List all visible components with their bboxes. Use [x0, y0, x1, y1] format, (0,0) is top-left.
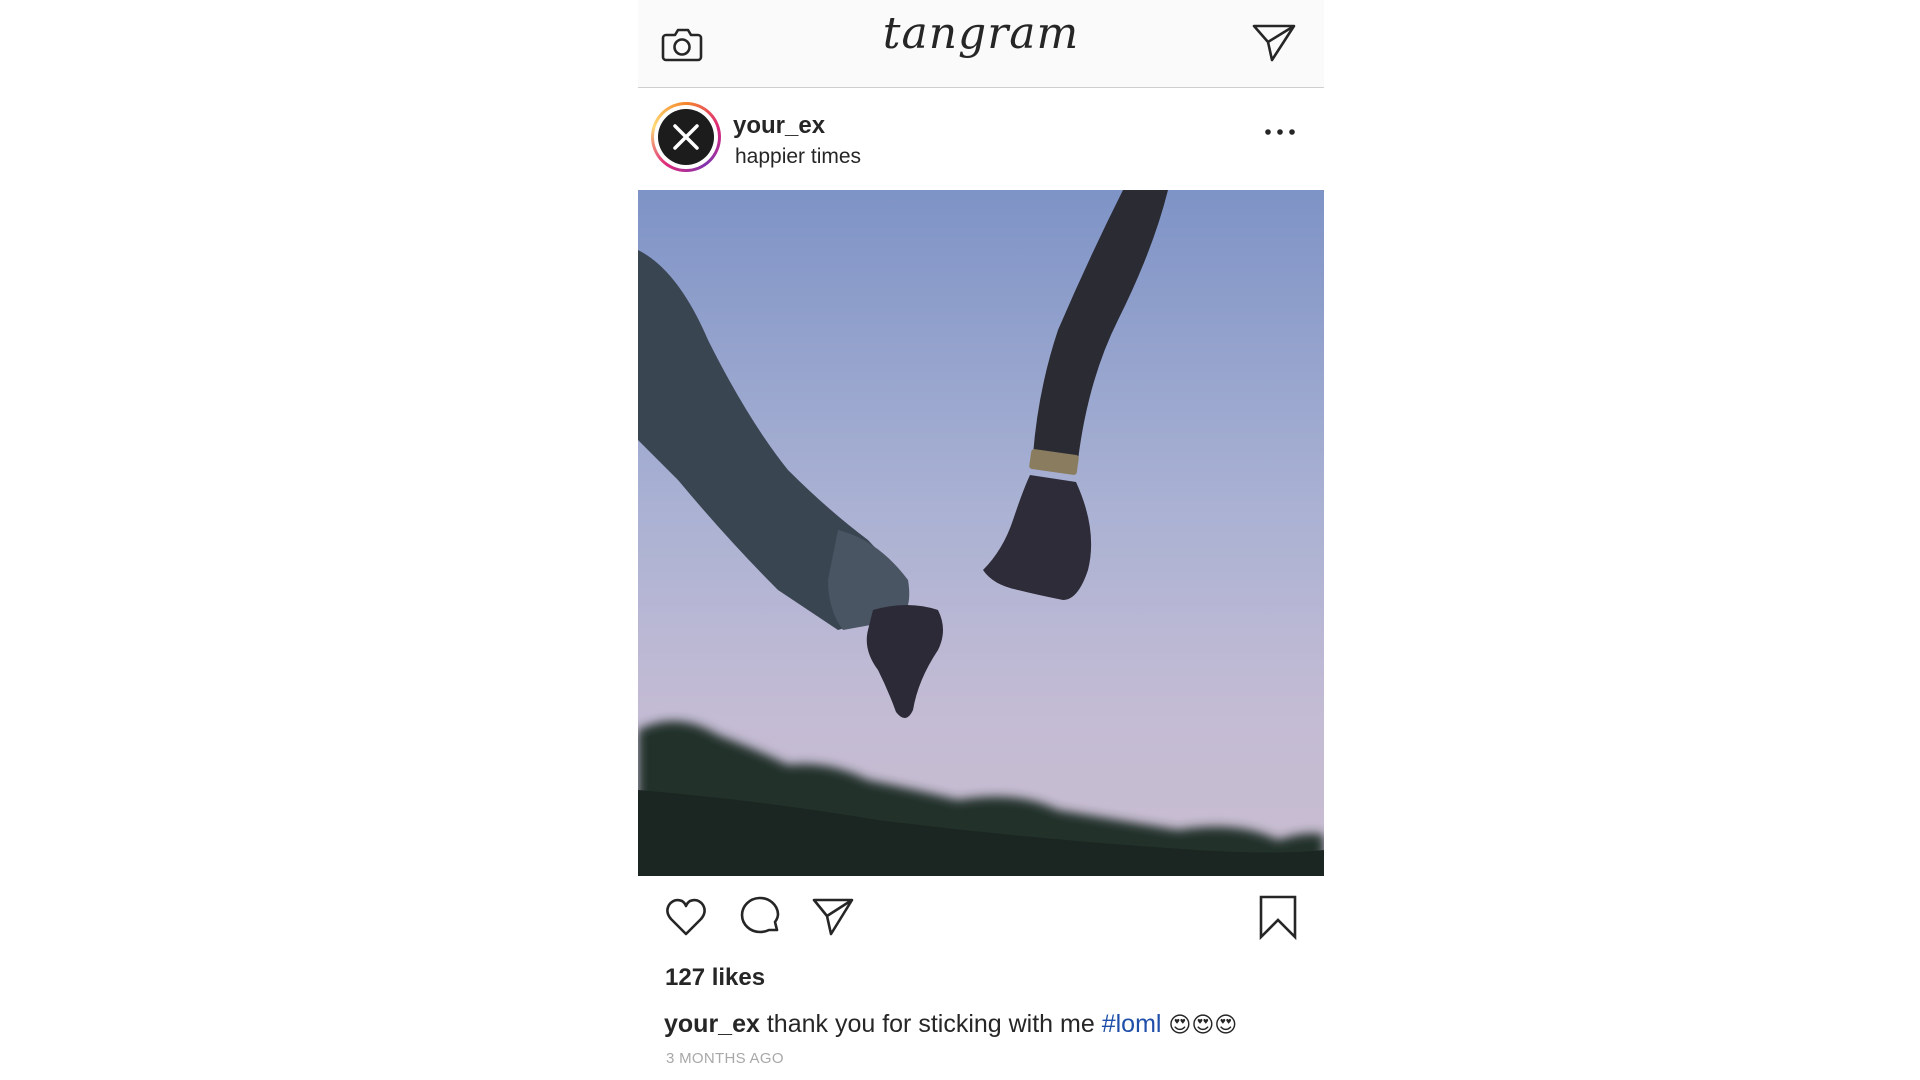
post-timestamp: 3 MONTHS AGO: [666, 1050, 784, 1067]
caption-username[interactable]: your_ex: [664, 1010, 760, 1038]
more-options-icon[interactable]: [1260, 122, 1300, 142]
app-logo: tangram: [882, 8, 1080, 59]
post-caption: your_ex thank you for sticking with me #…: [664, 1010, 1237, 1039]
likes-count[interactable]: 127 likes: [665, 964, 765, 992]
post-location[interactable]: happier times: [735, 145, 861, 169]
post-actions: [638, 876, 1324, 956]
caption-hashtag[interactable]: #loml: [1102, 1010, 1162, 1038]
post-header: your_ex happier times: [638, 88, 1324, 190]
caption-emoji: 😍😍😍: [1168, 1013, 1238, 1038]
direct-message-icon[interactable]: [1250, 22, 1298, 66]
app-window: tangram your_ex happier times 127 likes …: [638, 0, 1324, 1080]
story-ring[interactable]: [651, 102, 721, 172]
top-bar: tangram: [638, 0, 1324, 88]
close-x-icon: [673, 124, 699, 150]
heart-icon[interactable]: [663, 894, 709, 940]
avatar[interactable]: [658, 109, 714, 165]
caption-text: thank you for sticking with me: [766, 1010, 1095, 1038]
post-username[interactable]: your_ex: [733, 112, 825, 140]
share-icon[interactable]: [810, 894, 856, 940]
bookmark-icon[interactable]: [1255, 894, 1301, 940]
comment-icon[interactable]: [737, 894, 783, 940]
post-photo[interactable]: [638, 190, 1324, 876]
holding-hands-photo: [638, 190, 1324, 876]
